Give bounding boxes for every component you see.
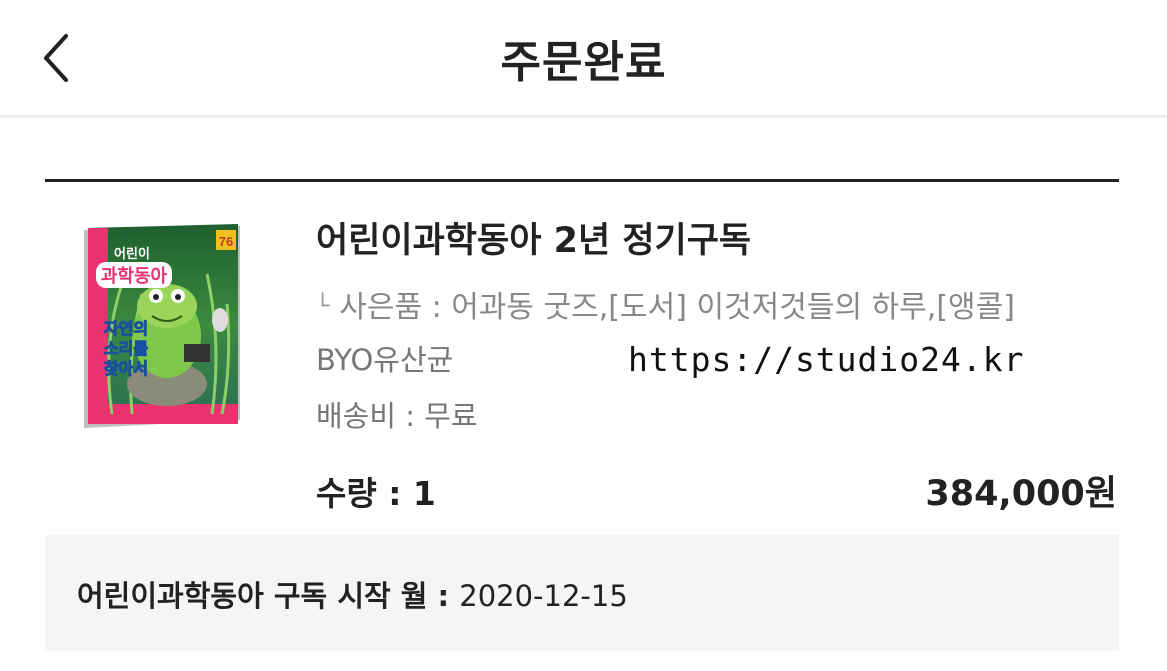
- subscription-start-line: 어린이과학동아 구독 시작 월 : 2020-12-15: [77, 573, 628, 615]
- cover-headline-2: 소리를: [104, 339, 148, 358]
- top-bar: 주문완료: [0, 0, 1167, 118]
- gift-text: 사은품 : 어과동 굿즈,[도서] 이것저것들의 하루,[앵콜]: [339, 290, 1015, 325]
- cover-headline-1: 자연의: [104, 319, 148, 338]
- product-name: 어린이과학동아 2년 정기구독: [316, 221, 752, 261]
- cover-issue-number: 76: [219, 234, 233, 249]
- watermark-url: https://studio24.kr: [628, 340, 1025, 379]
- subscription-info-box: 어린이과학동아 구독 시작 월 : 2020-12-15: [45, 535, 1119, 651]
- gift-info: └ 사은품 : 어과동 굿즈,[도서] 이것저것들의 하루,[앵콜]: [316, 282, 1015, 326]
- quantity: 수량 : 1: [316, 474, 436, 513]
- cover-masthead-top: 어린이: [114, 246, 150, 262]
- subscription-start-value: 2020-12-15: [459, 579, 628, 613]
- tree-branch-glyph: └: [316, 294, 330, 319]
- page-title: 주문완료: [500, 37, 667, 88]
- subscription-start-label: 어린이과학동아 구독 시작 월 :: [77, 579, 460, 613]
- product-price: 384,000원: [925, 474, 1117, 514]
- product-cover-image[interactable]: 76 어린이 과학동아 자연의 소리를 찾아서: [72, 224, 242, 444]
- product-option: BYO유산균: [316, 343, 454, 377]
- cover-masthead-main: 과학동아: [101, 265, 168, 287]
- section-divider: [45, 179, 1119, 182]
- cover-headline-3: 찾아서: [104, 359, 148, 378]
- shipping-fee: 배송비 : 무료: [316, 399, 478, 433]
